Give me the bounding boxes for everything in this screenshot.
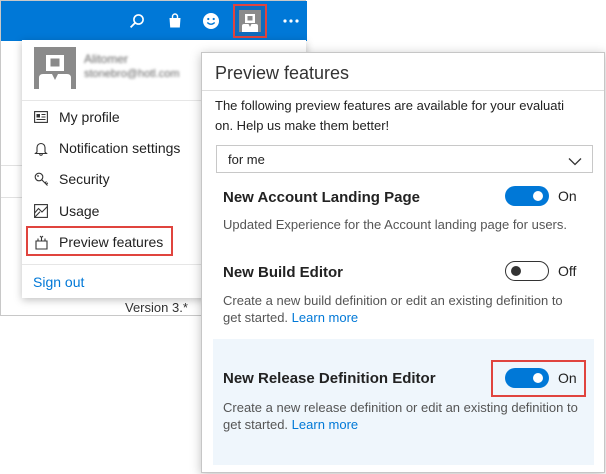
smiley-icon[interactable] — [195, 6, 227, 36]
description-line: on. Help us make them better! — [215, 118, 390, 133]
scope-select-value: for me — [228, 152, 265, 167]
feature-description-text: Create a new build definition or edit an… — [223, 293, 563, 325]
menu-item-label: Security — [59, 171, 110, 187]
feature-name: New Account Landing Page — [223, 189, 420, 206]
bell-icon — [33, 140, 49, 156]
feature-description-text: Create a new release definition or edit … — [223, 400, 578, 432]
more-icon[interactable] — [275, 6, 307, 36]
toggle-state: Off — [558, 263, 577, 279]
profile-name: Alitomer — [84, 52, 129, 66]
feature-description: Updated Experience for the Account landi… — [223, 217, 567, 232]
toggle-knob — [511, 266, 521, 276]
learn-more-link[interactable]: Learn more — [292, 417, 358, 432]
feature-description: Create a new release definition or edit … — [223, 399, 583, 433]
sign-out-link[interactable]: Sign out — [33, 274, 84, 290]
profile-card-icon — [33, 109, 49, 125]
key-icon — [33, 171, 49, 187]
menu-item-label: Usage — [59, 203, 100, 219]
divider — [202, 90, 604, 91]
toggle-knob — [533, 191, 543, 201]
preview-features-panel: Preview features The following preview f… — [201, 52, 605, 473]
feature-toggle-account-landing[interactable] — [505, 186, 549, 206]
chevron-down-icon — [568, 154, 582, 169]
panel-title: Preview features — [215, 63, 350, 83]
release-toggle-highlight — [491, 360, 586, 397]
profile-email: stonebro@hotl.com — [84, 68, 180, 80]
menu-item-label: Notification settings — [59, 140, 181, 156]
shopping-bag-icon[interactable] — [159, 6, 191, 36]
feature-description: Create a new build definition or edit an… — [223, 292, 583, 326]
learn-more-link[interactable]: Learn more — [292, 310, 358, 325]
feature-name: New Build Editor — [223, 264, 343, 281]
toggle-state: On — [558, 188, 577, 204]
feature-toggle-build-editor[interactable] — [505, 261, 549, 281]
user-avatar-icon — [239, 10, 261, 32]
search-icon[interactable] — [121, 6, 153, 36]
top-bar — [1, 1, 307, 41]
scope-select[interactable]: for me — [216, 145, 593, 173]
description-line: The following preview features are avail… — [215, 98, 565, 113]
usage-icon — [33, 203, 49, 219]
panel-description: The following preview features are avail… — [215, 96, 593, 136]
feature-name: New Release Definition Editor — [223, 370, 436, 387]
version-label: Version 3.* — [125, 300, 188, 315]
profile-avatar — [34, 47, 76, 89]
menu-item-label: My profile — [59, 109, 120, 125]
user-avatar-button[interactable] — [233, 4, 267, 38]
preview-features-highlight — [26, 226, 173, 256]
